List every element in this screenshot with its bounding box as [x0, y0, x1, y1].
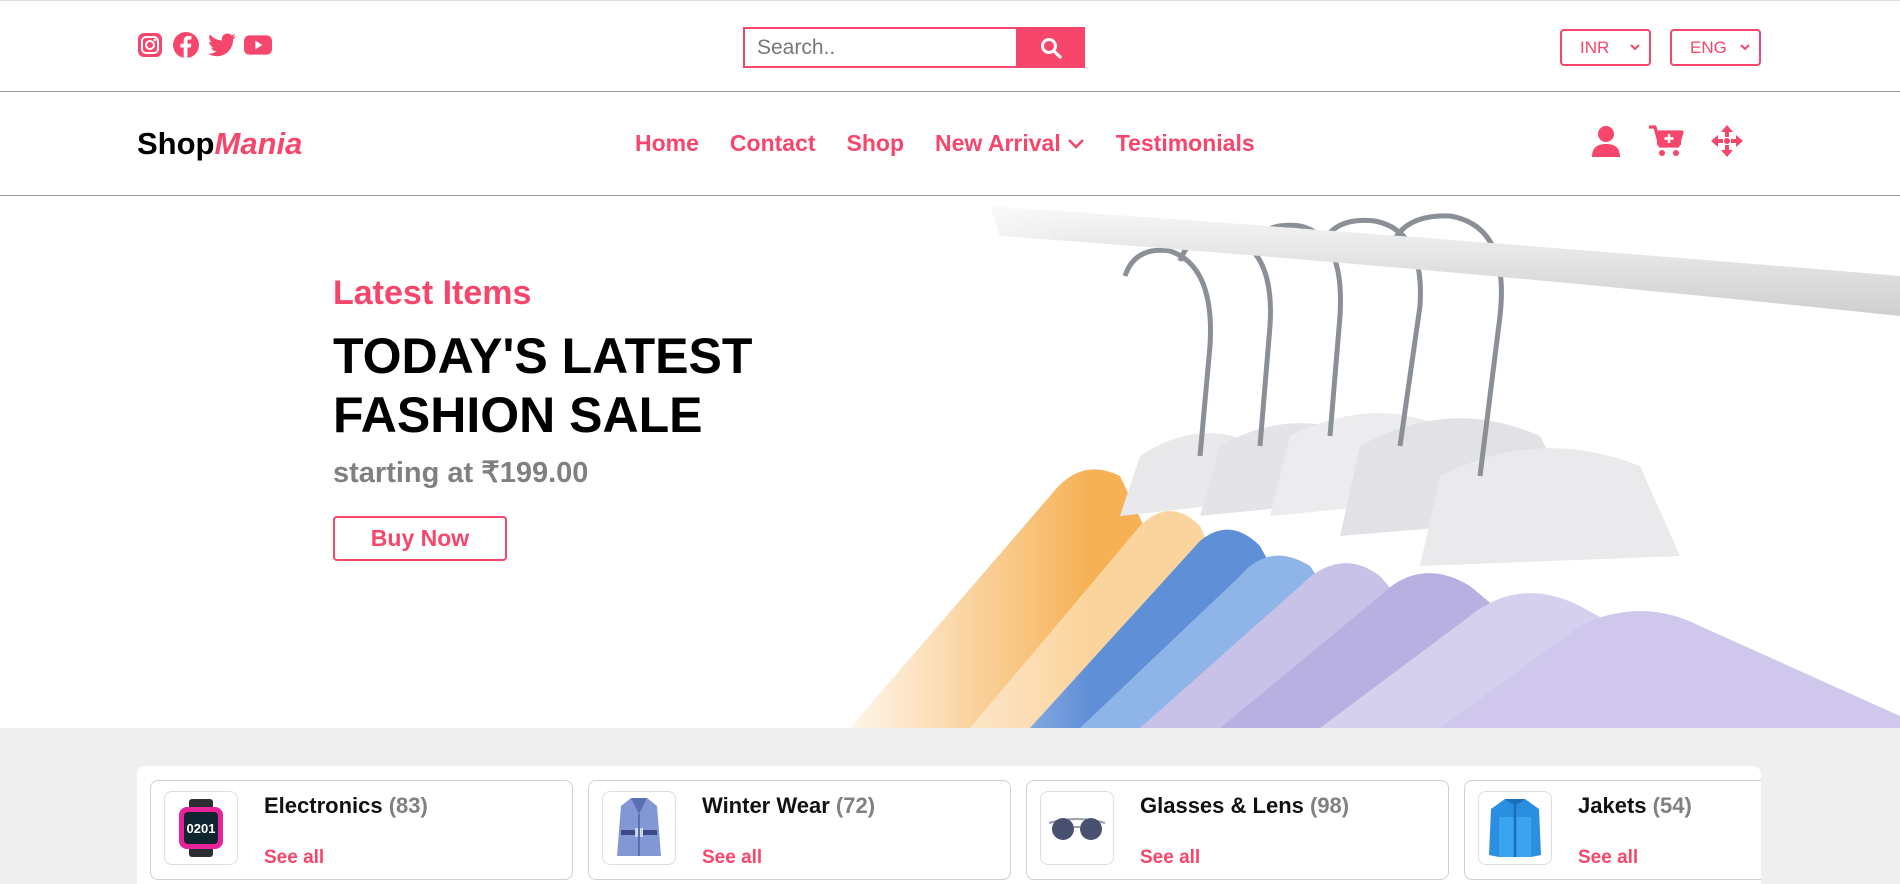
- hero-headline-line1: TODAY'S LATEST: [333, 328, 753, 384]
- hero-headline-line2: FASHION SALE: [333, 387, 703, 443]
- search-icon: [1040, 37, 1062, 59]
- see-all-link[interactable]: See all: [264, 847, 324, 869]
- sunglasses-icon: [1040, 791, 1114, 865]
- hero-banner: Latest Items TODAY'S LATEST FASHION SALE…: [0, 196, 1900, 728]
- category-count: (54): [1652, 793, 1692, 818]
- see-all-link[interactable]: See all: [1140, 847, 1200, 869]
- chevron-down-icon: [1067, 138, 1084, 149]
- currency-select[interactable]: INR: [1560, 29, 1651, 66]
- nav-item-label: Contact: [729, 130, 816, 156]
- hero-price: starting at ₹199.00: [333, 457, 589, 489]
- category-card-jakets[interactable]: Jakets (54) See all: [1464, 780, 1761, 880]
- coat-icon: [602, 791, 676, 865]
- nav-menu: Home Contact Shop New Arrival Testimonia…: [635, 130, 1255, 157]
- hero-headline: TODAY'S LATEST FASHION SALE: [333, 327, 893, 445]
- category-count: (98): [1310, 793, 1350, 818]
- hero-kicker: Latest Items: [333, 274, 532, 312]
- category-name: Glasses & Lens: [1140, 793, 1304, 818]
- see-all-link[interactable]: See all: [702, 847, 762, 869]
- category-name: Winter Wear: [702, 793, 830, 818]
- category-title: Electronics (83): [264, 793, 428, 819]
- facebook-icon[interactable]: [172, 31, 200, 59]
- top-bar: INR ENG: [0, 0, 1900, 92]
- nav-item-label: New Arrival: [935, 130, 1061, 156]
- category-list: 0201 Electronics (83) See all Winter Wea…: [137, 766, 1761, 884]
- see-all-link[interactable]: See all: [1578, 847, 1638, 869]
- category-count: (72): [835, 793, 876, 818]
- brand-name-part1: Shop: [137, 126, 215, 161]
- user-icon[interactable]: [1590, 124, 1622, 163]
- hero-image-clothes-rack: [820, 196, 1900, 728]
- nav-item-contact[interactable]: Contact: [730, 130, 816, 157]
- page: INR ENG ShopMania Home Contact Shop New …: [0, 0, 1900, 884]
- expand-arrows-icon[interactable]: [1710, 124, 1744, 163]
- brand-name-part2: Mania: [214, 126, 303, 161]
- language-select[interactable]: ENG: [1670, 29, 1761, 66]
- add-to-cart-icon[interactable]: [1648, 124, 1684, 163]
- hero-content: Latest Items TODAY'S LATEST FASHION SALE…: [333, 274, 893, 561]
- nav-item-home[interactable]: Home: [635, 130, 699, 157]
- category-title: Winter Wear (72): [702, 793, 875, 819]
- language-value: ENG: [1690, 37, 1727, 57]
- category-card-electronics[interactable]: 0201 Electronics (83) See all: [150, 780, 573, 880]
- nav-item-label: Home: [635, 130, 699, 156]
- search-bar: [743, 27, 1085, 68]
- search-input[interactable]: [743, 27, 1016, 68]
- chevron-down-icon: [1630, 44, 1640, 51]
- category-name: Jakets: [1578, 793, 1647, 818]
- category-title: Glasses & Lens (98): [1140, 793, 1349, 819]
- nav-item-label: Shop: [846, 130, 905, 156]
- category-card-glasses-lens[interactable]: Glasses & Lens (98) See all: [1026, 780, 1449, 880]
- smartwatch-icon: 0201: [164, 791, 238, 865]
- category-count: (83): [388, 793, 428, 818]
- twitter-icon[interactable]: [208, 31, 236, 59]
- chevron-down-icon: [1740, 44, 1750, 51]
- youtube-icon[interactable]: [244, 31, 272, 59]
- jacket-icon: [1478, 791, 1552, 865]
- svg-text:0201: 0201: [187, 821, 216, 836]
- buy-now-button[interactable]: Buy Now: [333, 516, 507, 561]
- instagram-icon[interactable]: [136, 31, 164, 59]
- category-band: 0201 Electronics (83) See all Winter Wea…: [0, 728, 1900, 884]
- category-title: Jakets (54): [1578, 793, 1692, 819]
- nav-item-label: Testimonials: [1115, 130, 1255, 156]
- currency-value: INR: [1580, 37, 1610, 57]
- nav-item-testimonials[interactable]: Testimonials: [1116, 130, 1255, 157]
- social-links: [136, 31, 272, 59]
- main-navbar: ShopMania Home Contact Shop New Arrival …: [0, 92, 1900, 196]
- brand-logo[interactable]: ShopMania: [137, 126, 302, 162]
- category-card-winter-wear[interactable]: Winter Wear (72) See all: [588, 780, 1011, 880]
- nav-item-shop[interactable]: Shop: [847, 130, 905, 157]
- nav-actions: [1590, 124, 1744, 163]
- category-name: Electronics: [264, 793, 383, 818]
- search-button[interactable]: [1016, 27, 1085, 68]
- nav-item-new-arrival[interactable]: New Arrival: [935, 130, 1085, 157]
